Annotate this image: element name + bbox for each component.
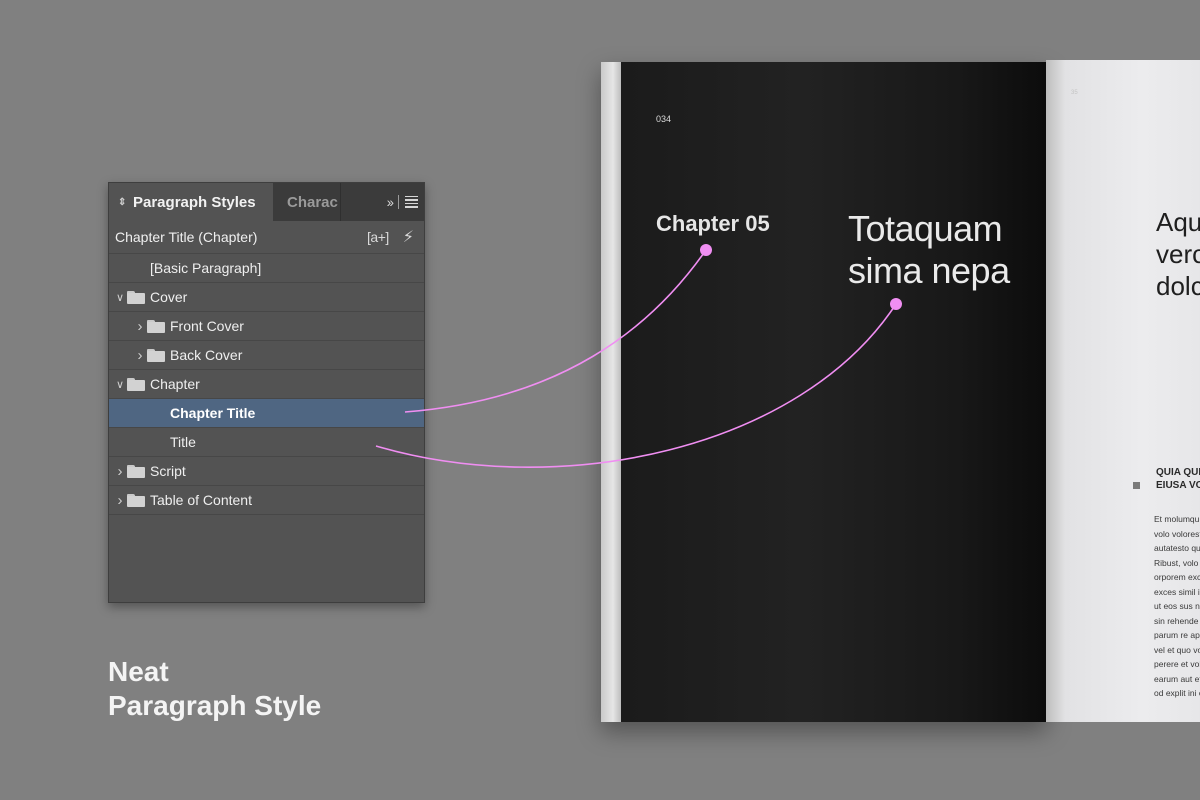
connector-line-chapter-title <box>404 249 707 413</box>
connector-dot-chapter-title <box>700 244 712 256</box>
connector-overlay <box>375 244 902 468</box>
connector-line-title <box>375 303 897 468</box>
connector-dot-title <box>890 298 902 310</box>
